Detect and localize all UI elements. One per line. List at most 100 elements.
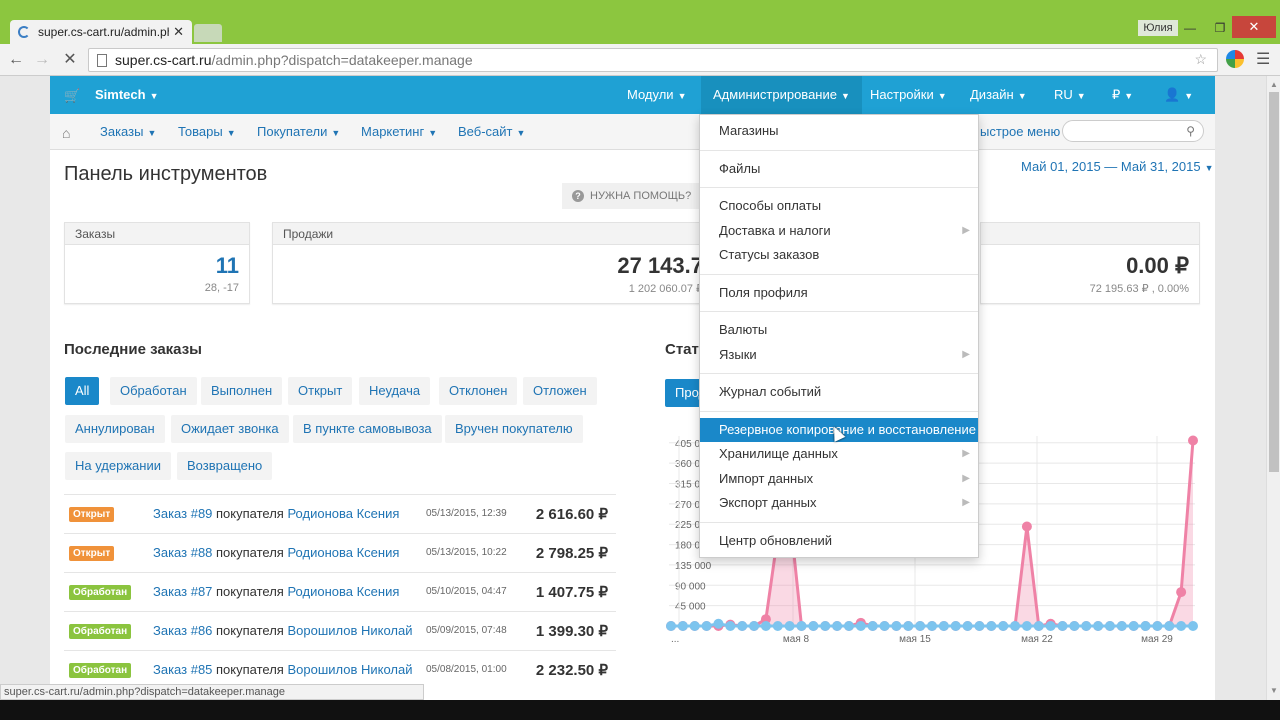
data-point [1093, 621, 1104, 631]
admin-menu-item-label: Экспорт данных [719, 495, 817, 510]
nav-marketing[interactable]: Маркетинг ▼ [361, 124, 437, 139]
filter-declined[interactable]: Отклонен [439, 377, 518, 405]
admin-menu-item[interactable]: Статусы заказов [700, 243, 978, 267]
maximize-icon[interactable]: ❐ [1206, 18, 1234, 38]
bookmark-star-icon[interactable]: ☆ [1194, 51, 1207, 68]
nav-website-label: Веб-сайт [458, 124, 513, 139]
admin-topbar: 🛒 Simtech ▼ Модули ▼ Администрирование ▼ На… [50, 76, 1215, 114]
menu-user[interactable]: 👤 ▼ [1164, 87, 1193, 103]
back-arrow-icon[interactable]: ← [6, 50, 26, 70]
admin-menu-item-label: Файлы [719, 161, 761, 176]
filter-awaiting-call[interactable]: Ожидает звонка [171, 415, 289, 443]
admin-menu-item[interactable]: Доставка и налоги ▶ [700, 219, 978, 243]
scroll-down-icon[interactable]: ▼ [1267, 684, 1280, 698]
browser-tab[interactable]: super.cs-cart.ru/admin.ph ✕ [10, 20, 192, 44]
submenu-chevron-icon: ▶ [962, 349, 970, 360]
admin-menu-item[interactable]: Магазины [700, 119, 978, 143]
menu-divider [700, 274, 978, 275]
filter-processed[interactable]: Обработан [110, 377, 197, 405]
browser-user-chip[interactable]: Юлия [1138, 20, 1178, 36]
admin-menu-item[interactable]: Хранилище данных ▶ [700, 442, 978, 466]
forward-arrow-icon[interactable]: → [32, 50, 52, 70]
loading-spinner-icon [18, 26, 30, 38]
order-date: 05/13/2015, 10:22 [426, 547, 507, 558]
scrollbar-thumb[interactable] [1269, 92, 1279, 472]
home-icon[interactable]: ⌂ [62, 125, 70, 141]
cart-icon[interactable]: 🛒 [64, 88, 80, 104]
menu-currency[interactable]: ₽ ▼ [1112, 87, 1133, 103]
admin-menu-item[interactable]: Файлы [700, 157, 978, 181]
window-close-icon[interactable]: ✕ [1232, 16, 1276, 38]
data-point [1140, 621, 1151, 631]
filter-open[interactable]: Открыт [288, 377, 353, 405]
new-tab-button[interactable] [194, 24, 222, 42]
page-scrollbar[interactable]: ▲ ▼ [1266, 76, 1280, 700]
help-label: НУЖНА ПОМОЩЬ? [590, 190, 692, 202]
search-icon[interactable]: ⚲ [1186, 124, 1195, 138]
admin-menu-item[interactable]: Журнал событий [700, 380, 978, 404]
admin-menu-item[interactable]: Языки ▶ [700, 343, 978, 367]
browser-tabstrip: super.cs-cart.ru/admin.ph ✕ Юлия — ❐ ✕ [0, 0, 1280, 44]
menu-language[interactable]: RU ▼ [1054, 87, 1086, 102]
customer-link[interactable]: Родионова Ксения [287, 545, 399, 560]
kpi-third-sub: 72 195.63 ₽ , 0.00% [1089, 283, 1189, 295]
nav-customers[interactable]: Покупатели ▼ [257, 124, 340, 139]
customer-link[interactable]: Ворошилов Николай [287, 662, 412, 677]
order-total: 2 232.50 ₽ [535, 662, 608, 679]
order-link[interactable]: Заказ #85 [153, 662, 212, 677]
order-link[interactable]: Заказ #89 [153, 506, 212, 521]
order-link[interactable]: Заказ #87 [153, 584, 212, 599]
admin-menu-item[interactable]: Поля профиля [700, 281, 978, 305]
admin-menu-item[interactable]: Экспорт данных ▶ [700, 491, 978, 515]
quick-menu-link[interactable]: ыстрое меню [980, 124, 1060, 139]
help-button[interactable]: ? НУЖНА ПОМОЩЬ? [562, 183, 702, 209]
order-link[interactable]: Заказ #88 [153, 545, 212, 560]
period-selector[interactable]: Май 01, 2015 — Май 31, 2015 ▼ [1021, 159, 1214, 174]
buyer-word: покупателя [212, 662, 288, 677]
order-link[interactable]: Заказ #86 [153, 623, 212, 638]
minimize-icon[interactable]: — [1176, 18, 1204, 38]
admin-app: 🛒 Simtech ▼ Модули ▼ Администрирование ▼ На… [50, 76, 1215, 700]
address-bar[interactable]: super.cs-cart.ru/admin.php?dispatch=data… [88, 48, 1218, 72]
filter-pickup-point[interactable]: В пункте самовывоза [293, 415, 442, 443]
data-point [820, 621, 831, 631]
extension-icon[interactable] [1226, 50, 1244, 68]
search-input[interactable]: ⚲ [1062, 120, 1204, 142]
customer-link[interactable]: Ворошилов Николай [287, 623, 412, 638]
admin-menu-item[interactable]: Способы оплаты [700, 194, 978, 218]
status-badge: Обработан [69, 624, 132, 639]
menu-modules[interactable]: Модули ▼ [627, 87, 687, 102]
nav-website[interactable]: Веб-сайт ▼ [458, 124, 525, 139]
status-badge: Обработан [69, 585, 132, 600]
filter-on-hold[interactable]: На удержании [65, 452, 171, 480]
admin-menu-item[interactable]: Валюты [700, 318, 978, 342]
buyer-word: покупателя [212, 506, 288, 521]
filter-delivered[interactable]: Вручен покупателю [445, 415, 583, 443]
admin-menu-item[interactable]: Импорт данных ▶ [700, 467, 978, 491]
data-point [927, 621, 937, 631]
filter-all[interactable]: All [65, 377, 100, 405]
tab-close-icon[interactable]: ✕ [173, 24, 184, 40]
admin-menu-item[interactable]: Центр обновлений [700, 529, 978, 553]
kpi-third-value: 0.00 ₽ [1126, 253, 1189, 278]
nav-orders[interactable]: Заказы ▼ [100, 124, 156, 139]
x-tick-label: ... [671, 634, 679, 645]
menu-administration[interactable]: Администрирование ▼ [701, 76, 862, 114]
nav-products[interactable]: Товары ▼ [178, 124, 236, 139]
customer-link[interactable]: Родионова Ксения [287, 584, 399, 599]
url-host: super.cs-cart.ru [115, 52, 212, 68]
filter-returned[interactable]: Возвращено [177, 452, 273, 480]
filter-completed[interactable]: Выполнен [201, 377, 283, 405]
filter-failed[interactable]: Неудача [359, 377, 431, 405]
stop-icon[interactable]: ✕ [60, 50, 80, 70]
scroll-up-icon[interactable]: ▲ [1267, 78, 1280, 92]
status-badge: Обработан [69, 663, 132, 678]
store-switcher[interactable]: Simtech ▼ [95, 87, 159, 102]
browser-menu-icon[interactable]: ☰ [1256, 50, 1272, 70]
menu-settings[interactable]: Настройки ▼ [870, 87, 947, 102]
kpi-orders-value[interactable]: 11 [216, 253, 239, 279]
filter-backordered[interactable]: Отложен [523, 377, 597, 405]
filter-cancelled[interactable]: Аннулирован [65, 415, 165, 443]
customer-link[interactable]: Родионова Ксения [287, 506, 399, 521]
menu-design[interactable]: Дизайн ▼ [970, 87, 1027, 102]
